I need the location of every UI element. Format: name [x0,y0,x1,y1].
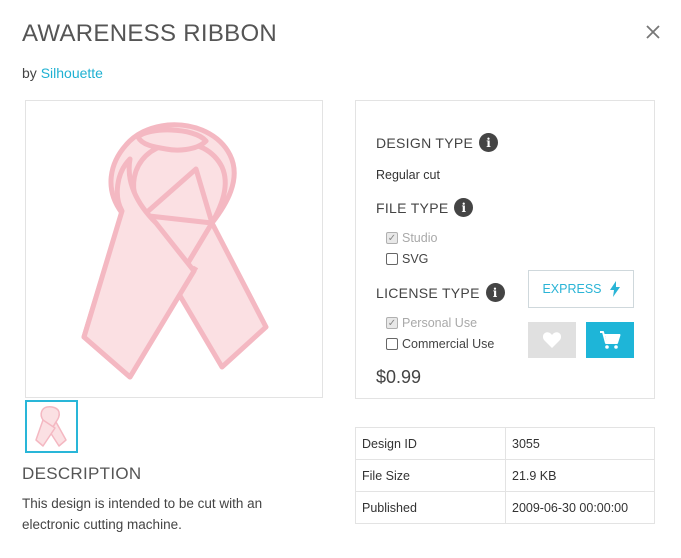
ribbon-image [81,122,269,380]
checkbox-icon [386,253,398,265]
checkbox-checked-icon: ✓ [386,232,398,244]
ribbon-thumbnail-image [35,406,67,447]
table-row: File Size 21.9 KB [355,459,655,492]
design-type-label: DESIGN TYPE [376,134,474,151]
file-type-studio-checkbox[interactable]: ✓ Studio [386,231,437,245]
license-commercial-label: Commercial Use [402,337,495,351]
price: $0.99 [376,367,422,387]
cart-icon [600,331,621,349]
table-row: Design ID 3055 [355,427,655,460]
byline: by Silhouette [22,65,103,81]
file-type-studio-label: Studio [402,231,438,245]
detail-key: Published [355,491,506,524]
license-personal-label: Personal Use [402,316,478,330]
license-personal-checkbox[interactable]: ✓ Personal Use [386,316,477,330]
express-button[interactable]: EXPRESS [528,270,634,308]
license-type-label: LICENSE TYPE [376,284,480,301]
page-title: AWARENESS RIBBON [22,20,278,47]
detail-value: 21.9 KB [505,459,655,492]
design-type-value: Regular cut [376,168,440,182]
license-type-heading: LICENSE TYPE i [376,283,505,302]
heart-icon [542,332,562,348]
detail-key: Design ID [355,427,506,460]
design-type-heading: DESIGN TYPE i [376,133,499,152]
express-label: EXPRESS [542,282,602,296]
favorite-button[interactable] [528,322,576,358]
info-icon[interactable]: i [485,283,505,302]
info-icon[interactable]: i [454,198,474,217]
table-row: Published 2009-06-30 00:00:00 [355,491,655,524]
checkbox-checked-icon: ✓ [386,317,398,329]
description-text: This design is intended to be cut with a… [22,496,263,532]
license-commercial-checkbox[interactable]: Commercial Use [386,337,494,351]
design-preview [25,100,323,398]
detail-value: 2009-06-30 00:00:00 [505,491,655,524]
byline-prefix: by [22,65,37,81]
detail-key: File Size [355,459,506,492]
author-link[interactable]: Silhouette [41,65,103,81]
add-to-cart-button[interactable] [586,322,634,358]
file-type-label: FILE TYPE [376,199,449,216]
lightning-icon [609,281,620,297]
close-icon[interactable] [643,22,663,42]
detail-value: 3055 [505,427,655,460]
description-title: DESCRIPTION [22,464,142,483]
file-type-svg-checkbox[interactable]: SVG [386,252,428,266]
info-icon[interactable]: i [479,133,499,152]
details-table: Design ID 3055 File Size 21.9 KB Publish… [355,427,655,524]
file-type-heading: FILE TYPE i [376,198,474,217]
thumbnail[interactable] [25,400,78,453]
checkbox-icon [386,338,398,350]
file-type-svg-label: SVG [402,252,429,266]
